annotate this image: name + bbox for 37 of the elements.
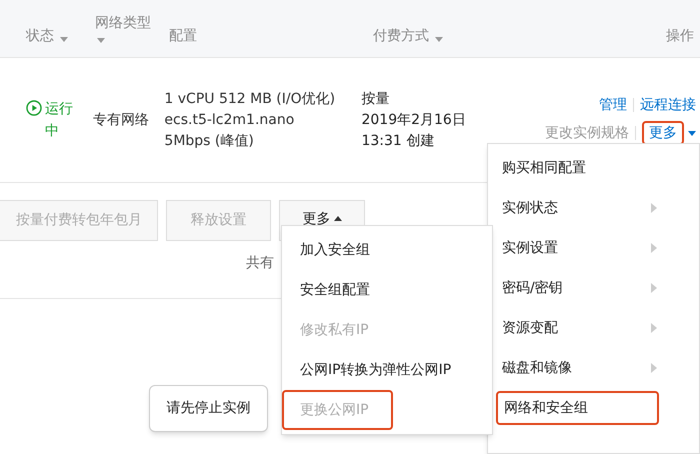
- play-circle-icon: [26, 100, 42, 116]
- menu-item[interactable]: 磁盘和镜像: [496, 351, 659, 385]
- action-link[interactable]: 远程连接: [640, 95, 696, 115]
- menu-item[interactable]: 资源变配: [496, 311, 659, 345]
- table-cell-text: 5Mbps (峰值): [164, 132, 255, 150]
- chevron-right-icon: [651, 323, 657, 333]
- chevron-right-icon: [651, 283, 657, 293]
- caret-down-icon: [435, 37, 443, 42]
- column-header: 配置: [169, 27, 197, 46]
- table-cell-text: 专有网络: [92, 110, 150, 130]
- table-cell-text: 13:31 创建: [361, 132, 436, 150]
- column-header: 状态: [26, 27, 54, 46]
- column-header: 操作: [666, 27, 694, 46]
- table-cell-text: 2019年2月16日: [361, 110, 467, 130]
- menu-item[interactable]: 公网IP转换为弹性公网IP: [282, 350, 492, 390]
- table-cell-text: 1 vCPU 512 MB (I/O优化): [164, 90, 336, 108]
- caret-down-icon: [60, 37, 68, 42]
- menu-item[interactable]: 安全组配置: [282, 270, 492, 310]
- status-text: 运行中: [45, 100, 74, 141]
- column-header: 付费方式: [373, 27, 429, 46]
- table-cell-text: ecs.t5-lc2m1.nano: [164, 110, 296, 130]
- column-header: 网络类型: [95, 14, 151, 32]
- pagination-text: 共有: [246, 255, 274, 271]
- menu-item[interactable]: 实例设置: [496, 231, 659, 265]
- tooltip: 请先停止实例: [149, 385, 268, 432]
- menu-item[interactable]: 实例状态: [496, 191, 659, 225]
- chevron-right-icon: [651, 203, 657, 213]
- caret-down-icon: [688, 130, 696, 136]
- caret-down-icon: [97, 38, 105, 43]
- chevron-right-icon: [651, 243, 657, 253]
- menu-item[interactable]: 网络和安全组: [496, 391, 659, 425]
- chevron-right-icon: [651, 363, 657, 373]
- table-cell-text: 按量: [361, 90, 390, 108]
- menu-item[interactable]: 购买相同配置: [496, 151, 659, 185]
- menu-item[interactable]: 密码/密钥: [496, 271, 659, 305]
- caret-up-icon: [334, 216, 342, 221]
- action-link[interactable]: 管理: [599, 95, 627, 115]
